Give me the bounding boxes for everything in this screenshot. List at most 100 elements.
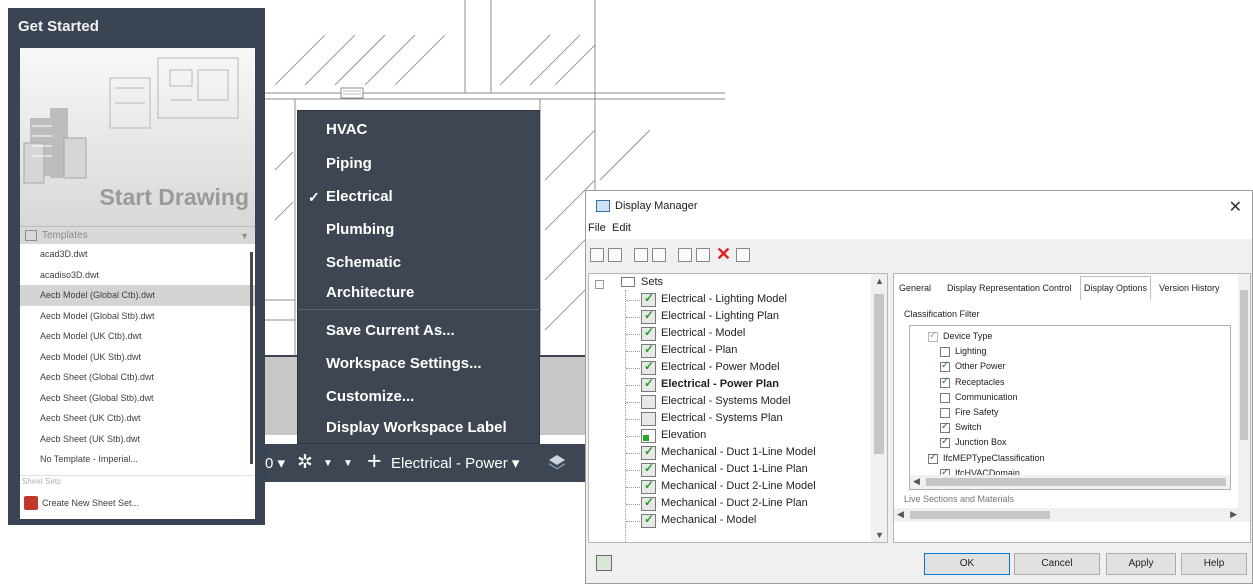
menu-item-schematic[interactable]: Schematic xyxy=(298,246,541,280)
filter-checkbox[interactable] xyxy=(928,330,938,342)
filter-checkbox[interactable] xyxy=(940,392,950,403)
import-icon[interactable] xyxy=(678,248,692,262)
filter-scroll-thumb[interactable] xyxy=(926,478,1226,486)
menu-item-save-current[interactable]: Save Current As... xyxy=(298,314,541,348)
workspace-switcher[interactable]: Electrical - Power ▾ xyxy=(391,454,519,472)
start-drawing-tile[interactable]: Start Drawing xyxy=(20,48,255,226)
dialog-titlebar[interactable]: Display Manager ✕ xyxy=(586,191,1252,221)
scroll-down-icon[interactable]: ▼ xyxy=(875,530,884,540)
plus-icon[interactable]: + xyxy=(367,447,382,476)
template-item[interactable]: Aecb Sheet (UK Stb).dwt xyxy=(20,429,255,450)
cancel-button[interactable]: Cancel xyxy=(1014,553,1100,575)
filter-hscrollbar[interactable]: ◀ xyxy=(910,475,1230,489)
filter-checkbox[interactable] xyxy=(928,452,938,464)
delete-icon[interactable]: ✕ xyxy=(716,244,731,265)
filter-checkbox[interactable] xyxy=(940,408,950,418)
templates-header[interactable]: Templates ▼ xyxy=(20,226,255,244)
menu-item-workspace-settings[interactable]: Workspace Settings... xyxy=(298,347,541,381)
menu-item-electrical[interactable]: ✓ Electrical xyxy=(298,180,541,214)
set-check-icon xyxy=(641,291,656,307)
set-check-icon xyxy=(641,325,656,341)
status-zero[interactable]: 0 ▾ xyxy=(265,454,285,472)
template-item[interactable]: acadiso3D.dwt xyxy=(20,265,255,286)
chevron-down-icon[interactable]: ▼ xyxy=(343,458,353,469)
purge-icon[interactable] xyxy=(736,248,750,262)
tree-item-label: Electrical - Systems Plan xyxy=(661,412,783,424)
copy-icon[interactable] xyxy=(634,248,648,262)
tab-bar: General Display Representation Control D… xyxy=(894,274,1238,300)
create-sheet-set-link[interactable]: Create New Sheet Set... xyxy=(42,498,139,508)
template-item[interactable]: Aecb Sheet (Global Ctb).dwt xyxy=(20,367,255,388)
filter-checkbox[interactable] xyxy=(940,421,950,434)
filter-icon[interactable]: ▼ xyxy=(240,231,249,241)
menu-item-plumbing[interactable]: Plumbing xyxy=(298,213,541,247)
filter-item-label: Receptacles xyxy=(955,376,1005,387)
panel-hscrollbar[interactable]: ◀ ▶ xyxy=(894,508,1240,522)
dialog-help-icon[interactable] xyxy=(596,555,612,571)
ok-button[interactable]: OK xyxy=(924,553,1010,575)
template-list-scrollbar[interactable] xyxy=(250,252,253,464)
template-item[interactable]: Aecb Model (Global Ctb).dwt xyxy=(20,285,255,306)
open-folder-icon[interactable] xyxy=(608,248,622,262)
menu-item-label: Piping xyxy=(326,155,372,172)
paste-icon[interactable] xyxy=(652,248,666,262)
panel-vscrollbar[interactable] xyxy=(1238,274,1250,522)
template-item[interactable]: Aecb Model (UK Stb).dwt xyxy=(20,347,255,368)
template-item[interactable]: Aecb Sheet (UK Ctb).dwt xyxy=(20,408,255,429)
template-item[interactable]: Aecb Model (UK Ctb).dwt xyxy=(20,326,255,347)
elevation-icon xyxy=(641,429,656,443)
scroll-left-icon[interactable]: ◀ xyxy=(897,509,904,520)
scroll-left-icon[interactable]: ◀ xyxy=(913,476,920,487)
help-button[interactable]: Help xyxy=(1181,553,1247,575)
menu-item-architecture[interactable]: Architecture xyxy=(298,276,541,310)
tab-version-history[interactable]: Version History xyxy=(1156,279,1223,299)
new-icon[interactable] xyxy=(590,248,604,262)
tree-connector xyxy=(626,453,640,454)
panel-scroll-thumb[interactable] xyxy=(910,511,1050,519)
tree-connector xyxy=(626,419,640,420)
menu-item-piping[interactable]: Piping xyxy=(298,147,541,181)
get-started-panel: Get Started Start Drawing Templates ▼ ac… xyxy=(8,8,265,525)
menu-edit[interactable]: Edit xyxy=(612,222,631,234)
set-icon xyxy=(641,412,656,426)
filter-checkbox[interactable] xyxy=(940,347,950,358)
tab-display-options[interactable]: Display Options xyxy=(1080,276,1152,300)
filter-checkbox[interactable] xyxy=(940,376,950,388)
menu-file[interactable]: File xyxy=(588,222,606,234)
template-item[interactable]: Aecb Sheet (Global Stb).dwt xyxy=(20,388,255,409)
menu-item-label: Architecture xyxy=(326,284,415,301)
menu-item-hvac[interactable]: HVAC xyxy=(298,113,541,147)
collapse-toggle-icon[interactable] xyxy=(595,280,604,289)
template-list: acad3D.dwt acadiso3D.dwt Aecb Model (Glo… xyxy=(20,244,255,475)
tree-root-sets[interactable]: Sets xyxy=(641,276,663,288)
tree-connector xyxy=(626,317,640,318)
menu-item-label: Schematic xyxy=(326,254,402,271)
gear-icon[interactable]: ✲ xyxy=(297,451,313,474)
menu-item-customize[interactable]: Customize... xyxy=(298,380,541,414)
tab-general[interactable]: General xyxy=(896,279,934,299)
menu-item-label: Save Current As... xyxy=(326,322,455,339)
close-icon[interactable]: ✕ xyxy=(1229,197,1242,217)
layers-icon[interactable] xyxy=(548,453,566,471)
set-check-icon xyxy=(641,308,656,324)
template-item[interactable]: acad3D.dwt xyxy=(20,244,255,265)
template-item[interactable]: No Template - Imperial... xyxy=(20,449,255,470)
tree-item-label: Electrical - Power Model xyxy=(661,361,780,373)
tree-connector xyxy=(626,368,640,369)
apply-button[interactable]: Apply xyxy=(1106,553,1176,575)
tree-scrollbar[interactable]: ▲ ▼ xyxy=(871,274,887,542)
tab-display-representation-control[interactable]: Display Representation Control xyxy=(944,279,1075,299)
filter-checkbox[interactable] xyxy=(940,436,950,449)
chevron-down-icon[interactable]: ▼ xyxy=(323,458,333,469)
panel-vscroll-thumb[interactable] xyxy=(1240,290,1248,440)
menu-item-display-label[interactable]: Display Workspace Label xyxy=(298,411,541,445)
rename-icon[interactable] xyxy=(696,248,710,262)
tree-scroll-thumb[interactable] xyxy=(874,294,884,454)
tree-item-label: Mechanical - Model xyxy=(661,514,757,526)
scroll-up-icon[interactable]: ▲ xyxy=(875,276,884,286)
sheet-set-icon xyxy=(24,496,38,510)
status-zero-value: 0 xyxy=(265,455,274,472)
filter-checkbox[interactable] xyxy=(940,360,950,373)
template-item[interactable]: Aecb Model (Global Stb).dwt xyxy=(20,306,255,327)
scroll-right-icon[interactable]: ▶ xyxy=(1230,509,1237,520)
